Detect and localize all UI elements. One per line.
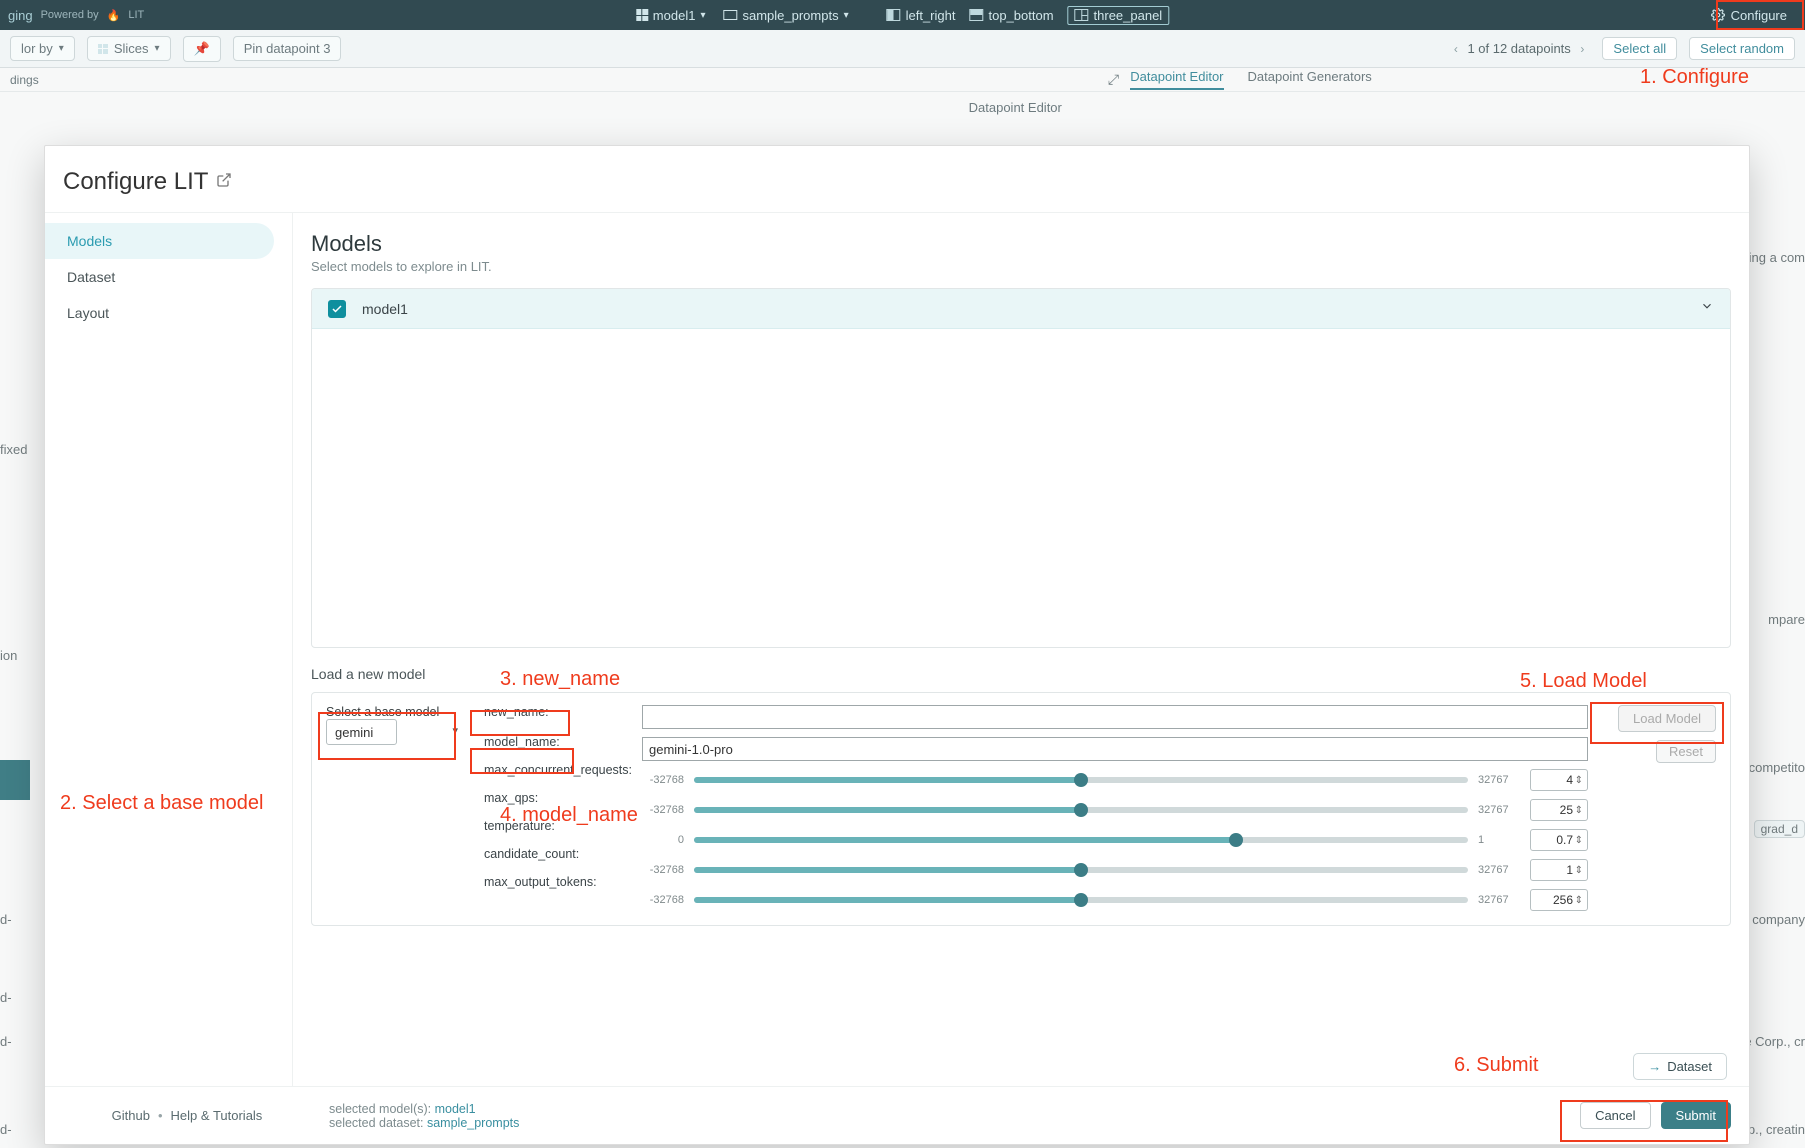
submit-button[interactable]: Submit [1661, 1102, 1731, 1129]
param-new-name-label: new_name: [484, 705, 634, 719]
param-mcr-label: max_concurrent_requests: [484, 763, 634, 777]
selected-models-label: selected model(s): [329, 1102, 435, 1116]
modal-header: Configure LIT [45, 146, 1749, 213]
mot-value[interactable]: 256 [1530, 889, 1588, 911]
temp-slider[interactable] [694, 837, 1468, 843]
mcr-value[interactable]: 4 [1530, 769, 1588, 791]
separator-dot: • [158, 1108, 163, 1123]
slider-max: 32767 [1478, 864, 1520, 876]
dataset-btn-label: Dataset [1667, 1059, 1712, 1074]
reset-button[interactable]: Reset [1656, 740, 1716, 763]
chevron-down-icon[interactable] [1700, 299, 1714, 318]
bg-text: fixed [0, 442, 27, 457]
slider-min: 0 [642, 834, 684, 846]
configure-modal: Configure LIT Models Dataset Layout Mode… [44, 145, 1750, 1145]
modal-title: Configure LIT [63, 168, 208, 196]
model-row-model1[interactable]: model1 [312, 289, 1730, 329]
slider-max: 32767 [1478, 804, 1520, 816]
arrow-right-icon: → [1648, 1059, 1661, 1074]
base-model-select[interactable]: gemini [326, 719, 397, 745]
sidebar-item-dataset[interactable]: Dataset [45, 259, 274, 295]
selected-dataset-label: selected dataset: [329, 1116, 427, 1130]
cc-value[interactable]: 1 [1530, 859, 1588, 881]
slider-min: -32768 [642, 804, 684, 816]
load-section-label: Load a new model [311, 666, 1731, 682]
new-name-input[interactable] [642, 705, 1588, 729]
cc-slider[interactable] [694, 867, 1468, 873]
selected-dataset-value: sample_prompts [427, 1116, 519, 1130]
slider-min: -32768 [642, 774, 684, 786]
temp-value[interactable]: 0.7 [1530, 829, 1588, 851]
bg-chip: grad_d [1754, 820, 1805, 838]
load-model-button[interactable]: Load Model [1618, 705, 1716, 732]
bg-text: d- [0, 912, 12, 927]
github-link[interactable]: Github [112, 1108, 150, 1123]
dataset-next-button[interactable]: → Dataset [1633, 1053, 1727, 1080]
mot-slider[interactable] [694, 897, 1468, 903]
base-model-label: Select a base model [326, 705, 476, 719]
bg-text: ion [0, 648, 17, 663]
param-model-name-label: model_name: [484, 735, 634, 749]
model-row-label: model1 [362, 301, 408, 317]
mqps-slider[interactable] [694, 807, 1468, 813]
slider-min: -32768 [642, 894, 684, 906]
mqps-value[interactable]: 25 [1530, 799, 1588, 821]
modal-footer: Github • Help & Tutorials selected model… [45, 1086, 1749, 1144]
main-heading: Models [311, 231, 1731, 257]
param-temp-label: temperature: [484, 819, 634, 833]
mcr-slider[interactable] [694, 777, 1468, 783]
load-model-form: Select a base model gemini new_name: mod… [311, 692, 1731, 926]
bg-text: d- [0, 990, 12, 1005]
bg-text: d- [0, 1034, 12, 1049]
slider-max: 1 [1478, 834, 1520, 846]
main-subtitle: Select models to explore in LIT. [311, 259, 1731, 274]
open-external-icon[interactable] [216, 172, 232, 193]
model-list: model1 [311, 288, 1731, 648]
modal-sidebar: Models Dataset Layout [45, 213, 293, 1086]
param-mqps-label: max_qps: [484, 791, 634, 805]
sidebar-item-models[interactable]: Models [45, 223, 274, 259]
checkbox-checked-icon[interactable] [328, 300, 346, 318]
sidebar-item-layout[interactable]: Layout [45, 295, 274, 331]
bg-text: d- [0, 1122, 12, 1137]
model-name-input[interactable] [642, 737, 1588, 761]
param-cc-label: candidate_count: [484, 847, 634, 861]
slider-max: 32767 [1478, 774, 1520, 786]
selected-models-value: model1 [435, 1102, 476, 1116]
slider-max: 32767 [1478, 894, 1520, 906]
modal-main: Models Select models to explore in LIT. … [293, 213, 1749, 1086]
cancel-button[interactable]: Cancel [1580, 1102, 1650, 1129]
slider-min: -32768 [642, 864, 684, 876]
help-link[interactable]: Help & Tutorials [171, 1108, 263, 1123]
param-mot-label: max_output_tokens: [484, 875, 634, 889]
bg-highlight [0, 760, 30, 800]
bg-text: mpare [1768, 612, 1805, 627]
